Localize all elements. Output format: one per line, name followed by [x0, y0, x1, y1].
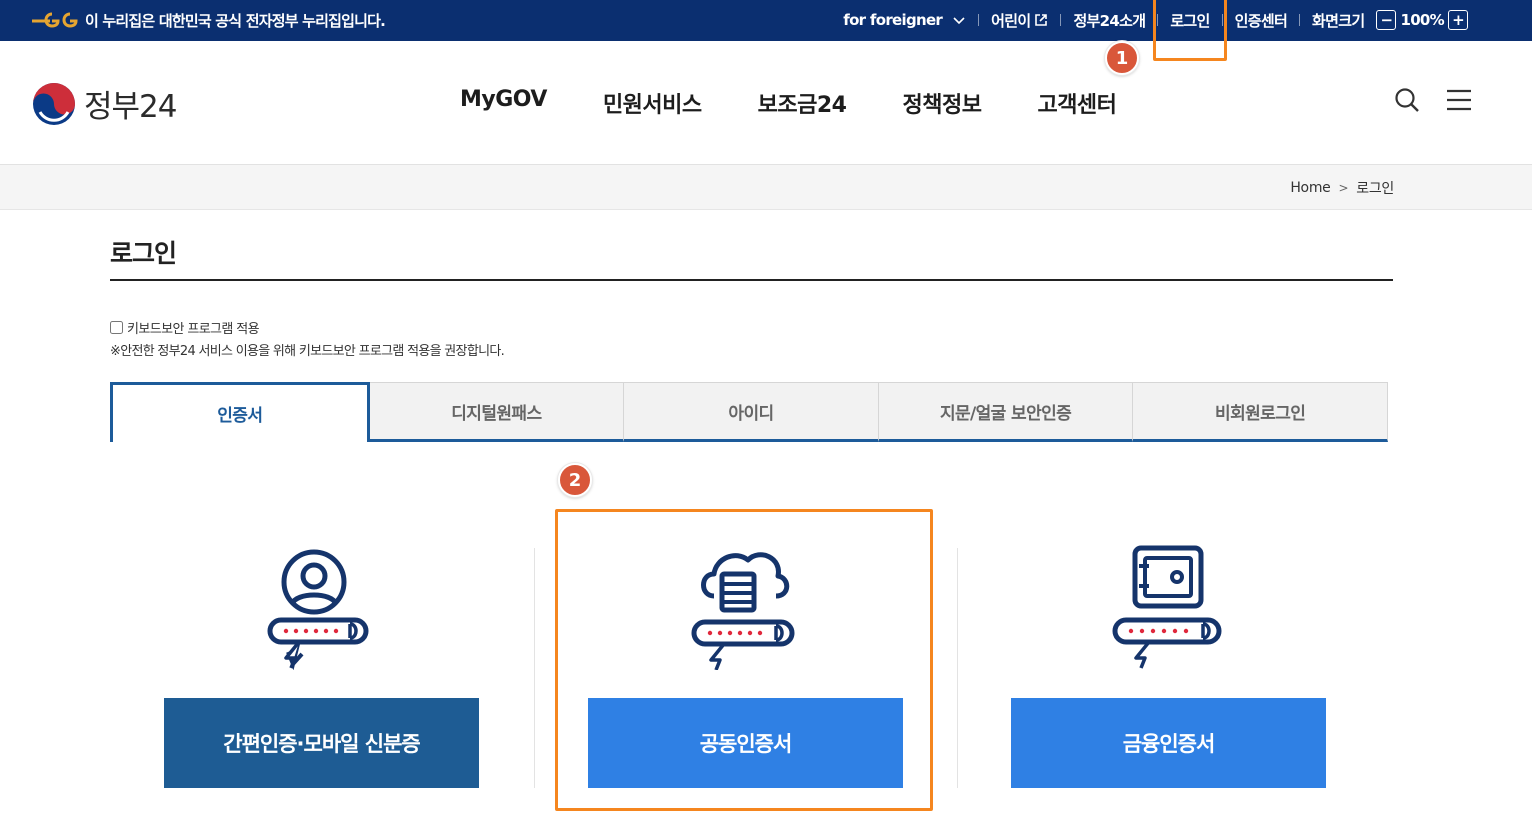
zoom-out-button[interactable]: − [1376, 10, 1397, 30]
keyboard-security-option[interactable]: 키보드보안 프로그램 적용 [110, 318, 260, 337]
card-divider [957, 548, 958, 788]
divider [1299, 14, 1301, 26]
tab-certificate[interactable]: 인증서 [110, 382, 370, 442]
breadcrumb-bar: Home > 로그인 [0, 165, 1532, 210]
chevron-right-icon: > [1338, 181, 1349, 195]
for-foreigner-label: for foreigner [843, 11, 943, 29]
zoom-in-button[interactable]: + [1448, 10, 1468, 30]
breadcrumb-current: 로그인 [1356, 181, 1394, 197]
divider [1060, 14, 1062, 26]
keyboard-security-label: 키보드보안 프로그램 적용 [127, 322, 260, 337]
nav-item-subsidy24[interactable]: 보조금24 [758, 87, 847, 119]
gov-banner-text: 이 누리집은 대한민국 공식 전자정부 누리집입니다. [85, 12, 386, 30]
nav-item-civil-service[interactable]: 민원서비스 [603, 87, 702, 119]
main-nav: MyGOV 민원서비스 보조금24 정책정보 고객센터 [460, 87, 1117, 119]
taegeuk-logo-icon [33, 82, 75, 125]
header-actions [1394, 87, 1472, 113]
breadcrumb: Home > 로그인 [1290, 178, 1394, 198]
logo-text: 정부24 [84, 89, 177, 125]
page-title: 로그인 [110, 239, 177, 268]
for-foreigner-dropdown[interactable]: for foreigner [843, 11, 966, 29]
tab-digital-onepass[interactable]: 디지털원패스 [369, 382, 625, 442]
nav-item-policy-info[interactable]: 정책정보 [902, 87, 981, 119]
nav-item-customer-center[interactable]: 고객센터 [1037, 87, 1116, 119]
nav-item-mygov[interactable]: MyGOV [460, 87, 547, 119]
tab-id[interactable]: 아이디 [624, 382, 879, 442]
chevron-down-icon [953, 17, 965, 25]
user-certificate-icon [267, 549, 368, 670]
card-divider [534, 548, 535, 788]
site-header: 정부24 MyGOV 민원서비스 보조금24 정책정보 고객센터 [0, 41, 1532, 165]
external-link-icon [1035, 14, 1048, 26]
search-icon[interactable] [1394, 87, 1420, 113]
tab-biometric-auth[interactable]: 지문/얼굴 보안인증 [878, 382, 1134, 442]
kids-label: 어린이 [991, 11, 1031, 30]
keyboard-security-checkbox[interactable] [110, 321, 123, 334]
hamburger-menu-icon[interactable] [1446, 88, 1472, 112]
title-divider [110, 279, 1393, 281]
site-logo[interactable]: 정부24 [32, 81, 177, 126]
financial-cert-button[interactable]: 금융인증서 [1011, 698, 1326, 788]
financial-cert-card: 금융인증서 [1011, 540, 1326, 790]
breadcrumb-home[interactable]: Home [1290, 180, 1330, 196]
highlight-joint-cert [555, 509, 933, 811]
step-marker-2: 2 [558, 463, 592, 497]
keyboard-security-note: ※안전한 정부24 서비스 이용을 위해 키보드보안 프로그램 적용을 권장합니… [110, 344, 505, 359]
simple-auth-card: 간편인증·모바일 신분증 [164, 540, 479, 790]
step-marker-1: 1 [1105, 41, 1139, 75]
e-government-mark-icon [32, 12, 78, 28]
kids-link[interactable]: 어린이 [991, 10, 1048, 31]
about-link[interactable]: 정부24소개 [1073, 10, 1146, 31]
highlight-login [1153, 0, 1227, 61]
gov-banner: 이 누리집은 대한민국 공식 전자정부 누리집입니다. for foreigne… [0, 0, 1532, 41]
tab-guest-login[interactable]: 비회원로그인 [1133, 382, 1388, 442]
login-method-tabs: 인증서 디지털원패스 아이디 지문/얼굴 보안인증 비회원로그인 [110, 382, 1388, 442]
zoom-level: 100% [1400, 11, 1444, 29]
divider [978, 14, 980, 26]
safe-certificate-icon [1112, 545, 1221, 669]
screen-size-label: 화면크기 [1312, 11, 1365, 30]
cert-center-link[interactable]: 인증센터 [1235, 10, 1288, 31]
simple-auth-button[interactable]: 간편인증·모바일 신분증 [164, 698, 479, 788]
